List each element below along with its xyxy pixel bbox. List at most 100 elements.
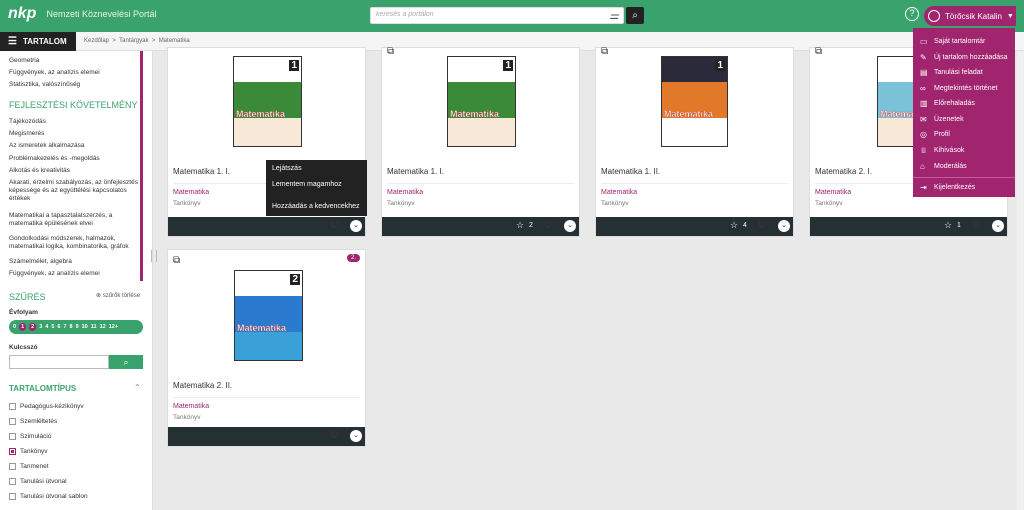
breadcrumb-subjects[interactable]: Tantárgyak: [119, 38, 148, 44]
heart-icon[interactable]: ♡: [544, 220, 552, 231]
card-subject[interactable]: Matematika: [387, 189, 423, 196]
card-title[interactable]: Matematika 1. I.: [173, 167, 230, 176]
dev-item[interactable]: Számelmélet, algebra: [9, 258, 142, 266]
grade-option[interactable]: 10: [82, 324, 88, 330]
type-checkbox[interactable]: Tankönyv: [9, 448, 47, 455]
card-subject[interactable]: Matematika: [173, 189, 209, 196]
dev-item[interactable]: Tájékozódás: [9, 118, 142, 126]
grade-option[interactable]: 12+: [109, 324, 118, 330]
menu-item-logout[interactable]: ⇥ Kijelentkezés: [920, 183, 975, 192]
menu-item-messages[interactable]: ✉ Üzenetek: [920, 115, 964, 124]
search-button[interactable]: ⌕: [626, 7, 644, 24]
grade-option[interactable]: 11: [91, 324, 97, 330]
menu-item-moderation[interactable]: ⌂ Moderálás: [920, 162, 967, 171]
card-title[interactable]: Matematika 2. I.: [815, 167, 872, 176]
content-card[interactable]: ⧉ Matematika 1 Matematika 1. I. Matemati…: [381, 46, 580, 237]
sliders-icon[interactable]: ⚌: [609, 9, 619, 22]
grade-option[interactable]: 3: [39, 324, 42, 330]
content-card[interactable]: ⧉ 2. Matematika 2 Matematika 2. II. Mate…: [167, 249, 366, 447]
type-checkbox[interactable]: Tanulási útvonal sablon: [9, 493, 88, 500]
dev-item[interactable]: Függvények, az analízis elemei: [9, 270, 142, 278]
checkbox-box[interactable]: [9, 433, 16, 440]
menu-item-learning-task[interactable]: ▤ Tanulási feladat: [920, 68, 983, 77]
menu-item-play[interactable]: Lejátszás: [272, 165, 302, 172]
checkbox-box[interactable]: [9, 403, 16, 410]
grade-option[interactable]: 0: [13, 324, 16, 330]
grade-selector[interactable]: 0 1 2 3 4 5 6 7 8 9 10 11 12 12+: [9, 320, 143, 334]
heart-icon[interactable]: ♡: [972, 220, 980, 231]
grade-option-selected[interactable]: 2: [29, 323, 37, 331]
user-menu-button[interactable]: Törőcsik Katalin ▼: [924, 6, 1016, 26]
help-icon[interactable]: ?: [905, 7, 919, 21]
card-subject[interactable]: Matematika: [601, 189, 637, 196]
keyword-input[interactable]: [9, 355, 109, 369]
dev-item[interactable]: Matematikai a tapasztalatszerzés, a mate…: [9, 212, 142, 228]
menu-item-save[interactable]: Lementem magamhoz: [272, 181, 342, 188]
content-card[interactable]: ⧉ Matematika 1 Matematika 1. II. Matemat…: [595, 46, 794, 237]
dev-item[interactable]: Akarati, érzelmi szabályozás, az önfejle…: [9, 179, 142, 203]
chevron-up-icon[interactable]: ⌃: [134, 383, 141, 392]
sidebar-resize-handle[interactable]: [151, 250, 157, 262]
menu-item-profile[interactable]: ◎ Profil: [920, 130, 950, 139]
type-checkbox[interactable]: Szemléltetés: [9, 418, 57, 425]
heart-icon[interactable]: ♡: [330, 220, 338, 231]
grade-option[interactable]: 8: [70, 324, 73, 330]
logo[interactable]: nkp Nemzeti Köznevelési Portál: [8, 5, 157, 23]
keyword-search-button[interactable]: ⌕: [109, 355, 143, 369]
search-input[interactable]: keresés a portálon ⚌: [370, 7, 624, 24]
grade-option[interactable]: 5: [51, 324, 54, 330]
menu-item-progress[interactable]: ▥ Előrehaladás: [920, 99, 975, 108]
menu-item-challenges[interactable]: ♕ Kihívások: [920, 146, 964, 155]
card-subject[interactable]: Matematika: [815, 189, 851, 196]
chevron-down-icon[interactable]: ⌄: [350, 430, 362, 442]
tartalom-button[interactable]: ☰ TARTALOM: [0, 32, 76, 51]
card-title[interactable]: Matematika 2. II.: [173, 381, 232, 390]
type-checkbox[interactable]: Tanmenet: [9, 463, 49, 470]
card-title[interactable]: Matematika 1. II.: [601, 167, 660, 176]
grade-option[interactable]: 6: [57, 324, 60, 330]
chevron-down-icon[interactable]: ⌄: [350, 220, 362, 232]
grade-option[interactable]: 12: [100, 324, 106, 330]
checkbox-box[interactable]: [9, 493, 16, 500]
topic-item[interactable]: Függvények, az analízis elemei: [9, 69, 142, 77]
dev-item[interactable]: Alkotás és kreativitás: [9, 167, 142, 175]
topic-item[interactable]: Statisztika, valószínűség: [9, 81, 142, 89]
grade-option-selected[interactable]: 1: [19, 323, 27, 331]
menu-item-view-history[interactable]: ∞ Megtekintés történet: [920, 84, 997, 93]
book-cover[interactable]: Matematika 2: [234, 270, 303, 361]
type-checkbox[interactable]: Tanulási útvonal: [9, 478, 67, 485]
star-icon[interactable]: ☆: [944, 220, 952, 231]
card-subject[interactable]: Matematika: [173, 403, 209, 410]
menu-item-add-content[interactable]: ✎ Új tartalom hozzáadása: [920, 53, 1008, 62]
chevron-down-icon[interactable]: ⌄: [564, 220, 576, 232]
star-icon[interactable]: ☆: [730, 220, 738, 231]
dev-item[interactable]: Megismerés: [9, 130, 142, 138]
heart-icon[interactable]: ♡: [330, 430, 338, 441]
checkbox-box[interactable]: [9, 418, 16, 425]
checkbox-box-checked[interactable]: [9, 448, 16, 455]
grade-option[interactable]: 7: [63, 324, 66, 330]
clear-filters-link[interactable]: ⊗ szűrők törlése: [96, 292, 140, 299]
topic-item[interactable]: Geometria: [9, 57, 142, 65]
book-cover[interactable]: Matematika 1: [661, 56, 728, 147]
menu-item-favorite[interactable]: Hozzáadás a kedvencekhez: [272, 203, 360, 210]
grade-option[interactable]: 4: [45, 324, 48, 330]
card-title[interactable]: Matematika 1. I.: [387, 167, 444, 176]
heart-icon[interactable]: ♡: [758, 220, 766, 231]
dev-item[interactable]: Problémakezelés és -megoldás: [9, 155, 142, 163]
menu-item-own-library[interactable]: ▭ Saját tartalomtár: [920, 37, 985, 46]
star-icon[interactable]: ☆: [516, 220, 524, 231]
grade-option[interactable]: 9: [76, 324, 79, 330]
book-cover[interactable]: Matematika 1: [447, 56, 516, 147]
chevron-down-icon[interactable]: ⌄: [778, 220, 790, 232]
checkbox-box[interactable]: [9, 463, 16, 470]
breadcrumb-home[interactable]: Kezdőlap: [84, 38, 109, 44]
type-checkbox[interactable]: Pedagógus-kézikönyv: [9, 403, 84, 410]
page-scrollbar[interactable]: [1017, 51, 1024, 510]
chevron-down-icon[interactable]: ⌄: [992, 220, 1004, 232]
dev-item[interactable]: Az ismeretek alkalmazása: [9, 142, 142, 150]
checkbox-box[interactable]: [9, 478, 16, 485]
dev-item[interactable]: Gondolkodási módszerek, halmazok, matema…: [9, 235, 142, 251]
book-cover[interactable]: Matematika 1: [233, 56, 302, 147]
type-checkbox[interactable]: Szimuláció: [9, 433, 51, 440]
